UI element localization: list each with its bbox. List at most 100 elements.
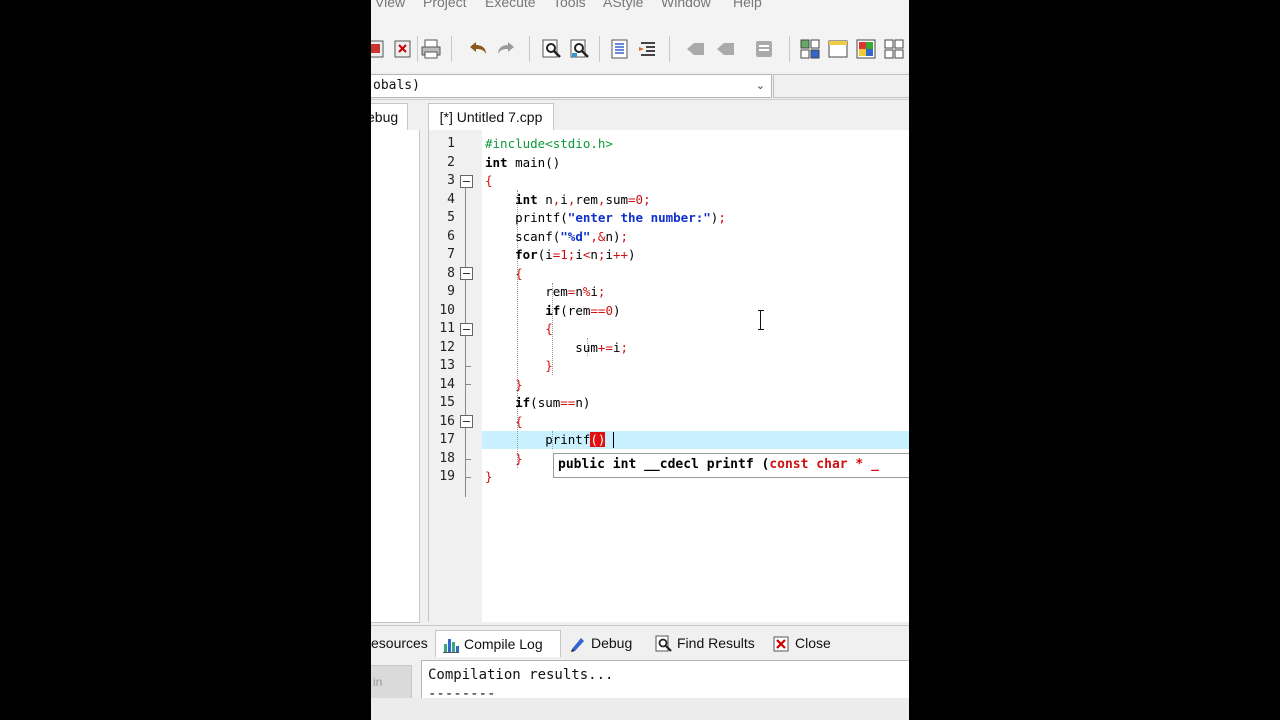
calltip-signature: public int __cdecl printf (	[558, 457, 770, 472]
toolbar-separator	[669, 36, 670, 62]
text-cursor-icon	[758, 310, 764, 330]
ide-window: View Project Execute Tools AStyle Window…	[371, 0, 909, 720]
log-line: Compilation results...	[428, 667, 614, 683]
compile-button[interactable]: in	[371, 665, 412, 699]
code-line: if(sum==n)	[515, 395, 591, 410]
chevron-down-icon[interactable]: ⌄	[756, 79, 765, 92]
line-number: 12	[439, 339, 455, 355]
menu-help[interactable]: Help	[733, 0, 762, 10]
bookmark-next-icon[interactable]	[715, 38, 737, 60]
fold-toggle-icon[interactable]	[460, 323, 473, 336]
code-line: {	[515, 413, 523, 429]
tab-resources[interactable]: esources	[371, 630, 428, 658]
debug-icon	[571, 638, 584, 653]
line-number: 11	[439, 321, 455, 336]
scope-combo[interactable]: obals) ⌄	[371, 74, 772, 98]
fold-line	[465, 187, 466, 497]
code-line: int n,i,rem,sum=0;	[515, 191, 651, 207]
line-number: 5	[447, 210, 455, 225]
code-line: for(i=1;i<n;i++)	[515, 247, 636, 262]
scope-value: obals)	[373, 78, 420, 93]
menu-execute[interactable]: Execute	[485, 0, 536, 10]
fold-end-marker	[465, 459, 471, 460]
code-line: }	[485, 469, 493, 484]
tab-compile-log[interactable]: Compile Log	[435, 630, 561, 659]
line-number: 15	[439, 395, 455, 410]
close-file-icon[interactable]	[392, 38, 414, 60]
toolbar	[371, 22, 909, 73]
code-line: if(rem==0)	[545, 302, 621, 318]
find-results-icon	[655, 635, 672, 653]
unindent-icon[interactable]	[637, 38, 659, 60]
indent-icon[interactable]	[609, 38, 631, 60]
line-number: 8	[447, 265, 455, 281]
new-project-icon[interactable]	[799, 38, 821, 60]
code-line: int main()	[485, 154, 561, 170]
menu-window[interactable]: Window	[661, 0, 711, 10]
status-strip	[371, 698, 909, 720]
code-line: {	[515, 265, 523, 281]
scope-bar: obals) ⌄	[371, 72, 909, 100]
code-area[interactable]: #include<stdio.h> int main() { int n,i,r…	[482, 130, 909, 622]
code-line: }	[545, 358, 553, 373]
editor-tabs: [*] Untitled 7.cpp	[423, 100, 909, 131]
toolbar-separator	[599, 36, 600, 62]
line-number: 14	[439, 376, 455, 392]
toolbar-separator	[417, 36, 418, 62]
calltip-param: const char * _	[769, 457, 879, 472]
menu-astyle[interactable]: AStyle	[603, 0, 643, 10]
fold-toggle-icon[interactable]	[460, 267, 473, 280]
left-panel	[371, 130, 420, 623]
fold-end-marker	[465, 366, 471, 367]
line-number: 17	[439, 432, 455, 447]
line-number: 18	[439, 450, 455, 466]
code-line: {	[545, 321, 553, 336]
toolbar-separator	[789, 36, 790, 62]
code-line: {	[485, 173, 493, 188]
undo-icon[interactable]	[467, 38, 489, 60]
bottom-tabs: esources Compile Log Debug Find Results …	[371, 625, 909, 659]
line-number: 6	[447, 228, 455, 244]
bookmark-prev-icon[interactable]	[685, 38, 707, 60]
close-all-icon[interactable]	[371, 38, 387, 60]
menu-project[interactable]: Project	[423, 0, 467, 10]
fold-toggle-icon[interactable]	[460, 415, 473, 428]
tab-untitled-7[interactable]: [*] Untitled 7.cpp	[428, 103, 554, 131]
menu-tools[interactable]: Tools	[553, 0, 586, 10]
line-number: 10	[439, 302, 455, 318]
tab-debug[interactable]: Debug	[563, 630, 632, 658]
line-number: 2	[447, 154, 455, 170]
tab-close[interactable]: Close	[767, 630, 831, 658]
function-combo[interactable]	[773, 74, 909, 98]
colors-icon[interactable]	[855, 38, 877, 60]
calltip-tooltip: public int __cdecl printf (const char * …	[553, 453, 909, 478]
line-number: 4	[447, 191, 455, 207]
toolbar-separator	[451, 36, 452, 62]
code-line: sum+=i;	[485, 339, 629, 355]
line-number: 16	[439, 413, 455, 429]
window-icon[interactable]	[827, 38, 849, 60]
grid-icon[interactable]	[883, 38, 905, 60]
replace-icon[interactable]	[569, 38, 591, 60]
line-number: 7	[447, 247, 455, 262]
fold-end-marker	[465, 477, 471, 478]
code-line: scanf("%d",&n);	[485, 228, 629, 244]
close-icon	[773, 636, 789, 652]
code-line: rem=n%i;	[485, 284, 606, 299]
line-gutter: 1 2 3 4 5 6 7 8 9 10 11 12 13 14 15 16 1…	[429, 130, 482, 622]
print-icon[interactable]	[420, 38, 442, 60]
fold-toggle-icon[interactable]	[460, 175, 473, 188]
left-panel-tabs: ebug	[371, 100, 419, 130]
line-number: 3	[447, 173, 455, 188]
find-icon[interactable]	[541, 38, 563, 60]
tab-debug-left[interactable]: ebug	[371, 103, 408, 130]
menu-bar: View Project Execute Tools AStyle Window…	[371, 0, 909, 22]
code-line: }	[515, 376, 523, 392]
menu-view[interactable]: View	[375, 0, 405, 10]
tab-find-results[interactable]: Find Results	[649, 630, 755, 658]
compile-log-icon	[443, 639, 459, 654]
code-editor[interactable]: 1 2 3 4 5 6 7 8 9 10 11 12 13 14 15 16 1…	[428, 130, 909, 622]
bookmark-icon[interactable]	[753, 38, 775, 60]
redo-icon[interactable]	[495, 38, 517, 60]
line-number: 9	[447, 284, 455, 299]
